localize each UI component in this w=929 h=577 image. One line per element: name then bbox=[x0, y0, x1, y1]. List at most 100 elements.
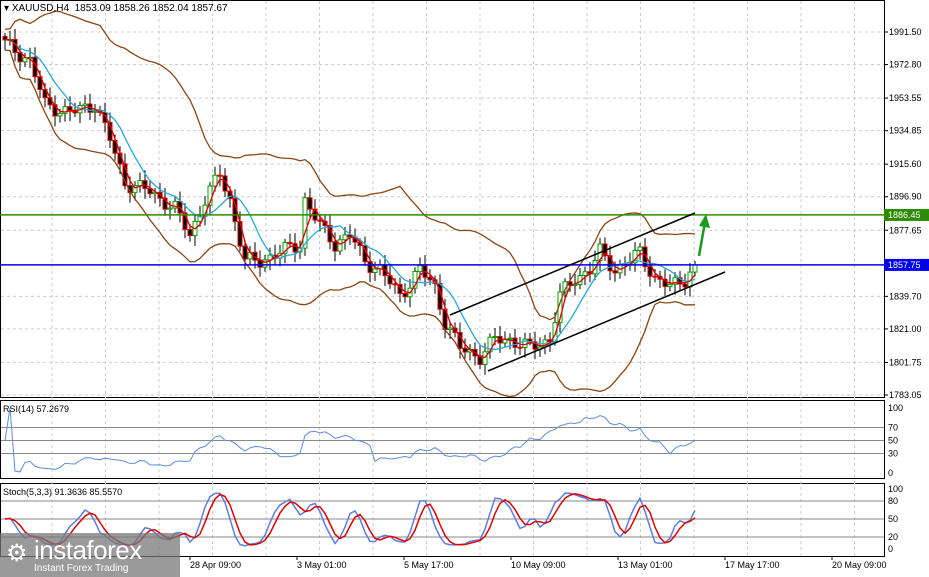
time-label: 5 May 17:00 bbox=[404, 560, 454, 570]
stoch-axis-label: 80 bbox=[888, 496, 898, 506]
channel-lower-line bbox=[487, 271, 726, 372]
rsi-axis-label: 50 bbox=[888, 436, 898, 446]
candle bbox=[262, 254, 268, 272]
candle bbox=[692, 260, 698, 277]
candle bbox=[137, 172, 143, 193]
candle bbox=[657, 270, 663, 288]
candle-body bbox=[332, 241, 338, 252]
candle-body bbox=[682, 283, 688, 288]
candle-body bbox=[317, 219, 323, 222]
candle-body bbox=[287, 241, 293, 245]
candle-body bbox=[582, 271, 588, 276]
price-label: 1934.85 bbox=[889, 126, 922, 136]
price-label: 1953.55 bbox=[889, 93, 922, 103]
candle-body bbox=[212, 174, 218, 187]
candle-body bbox=[637, 246, 643, 251]
candle-body bbox=[292, 243, 298, 253]
candle-body bbox=[427, 276, 433, 281]
candle-body bbox=[187, 228, 193, 237]
price-label: 1783.05 bbox=[889, 390, 922, 400]
candle bbox=[487, 333, 493, 359]
candle-body bbox=[492, 335, 498, 338]
candle bbox=[272, 244, 278, 265]
candle-body bbox=[392, 283, 398, 286]
price-label: 1915.60 bbox=[889, 159, 922, 169]
chart-window[interactable]: 1991.50 1972.80 1953.55 1934.85 1915.60 1896.… bbox=[0, 0, 929, 577]
rsi-line bbox=[4, 407, 696, 473]
candle bbox=[257, 250, 263, 277]
candle bbox=[77, 101, 83, 124]
price-label: 1896.90 bbox=[889, 192, 922, 202]
chart-header: ▾ XAUUSD,H4 1853.09 1858.26 1852.04 1857… bbox=[4, 3, 228, 14]
candle bbox=[2, 32, 8, 51]
chart-canvas[interactable]: 1991.50 1972.80 1953.55 1934.85 1915.60 1896.… bbox=[0, 0, 929, 577]
candle-body bbox=[517, 346, 523, 349]
candle bbox=[7, 30, 13, 46]
up-arrow-head-icon bbox=[699, 214, 710, 228]
rsi-axis-label: 100 bbox=[888, 403, 903, 413]
stoch-axis-label: 0 bbox=[888, 544, 893, 554]
candle-body bbox=[217, 174, 223, 177]
candle-body bbox=[402, 293, 408, 298]
level-price-label: 1886.45 bbox=[888, 210, 921, 220]
stoch-axis-label: 100 bbox=[888, 484, 903, 494]
moving-average-fast bbox=[4, 38, 696, 359]
logo-gear-icon: ⚙ bbox=[6, 540, 28, 567]
candle-body bbox=[307, 197, 313, 210]
candle-body bbox=[342, 234, 348, 241]
candle bbox=[677, 270, 683, 291]
candle-body bbox=[417, 265, 423, 273]
candle-body bbox=[242, 245, 248, 260]
candle bbox=[662, 269, 668, 296]
candle-body bbox=[137, 180, 143, 187]
rsi-axis-label: 0 bbox=[888, 468, 893, 478]
time-label: 17 May 17:00 bbox=[725, 560, 780, 570]
candle bbox=[377, 259, 383, 276]
candle bbox=[597, 237, 603, 271]
candle bbox=[287, 233, 293, 248]
price-label: 1972.80 bbox=[889, 60, 922, 70]
time-label: 13 May 01:00 bbox=[618, 560, 673, 570]
stoch-axis-label: 50 bbox=[888, 514, 898, 524]
candle bbox=[467, 344, 473, 361]
stoch-title: Stoch(5,3,3) 91.3636 85.5570 bbox=[3, 487, 122, 497]
logo-name: instaforex bbox=[34, 535, 142, 565]
time-label: 3 May 01:00 bbox=[297, 560, 347, 570]
bollinger-lower bbox=[4, 49, 696, 398]
candle-body bbox=[507, 337, 513, 340]
candle-body bbox=[92, 110, 98, 113]
candle bbox=[412, 267, 418, 294]
rsi-axis-label: 30 bbox=[888, 449, 898, 459]
price-label: 1801.75 bbox=[889, 357, 922, 367]
candle bbox=[577, 268, 583, 289]
candle-body bbox=[462, 347, 468, 353]
price-label: 1991.50 bbox=[889, 27, 922, 37]
candle-body bbox=[692, 264, 698, 273]
candle bbox=[92, 103, 98, 123]
candle bbox=[292, 233, 298, 263]
candle-body bbox=[302, 197, 308, 249]
candle-body bbox=[447, 327, 453, 331]
up-arrow-icon bbox=[697, 221, 707, 257]
time-label: 10 May 09:00 bbox=[511, 560, 566, 570]
candle-body bbox=[82, 103, 88, 107]
candle bbox=[402, 283, 408, 303]
candle-body bbox=[367, 261, 373, 273]
price-label: 1877.65 bbox=[889, 225, 922, 235]
candle-body bbox=[652, 275, 658, 278]
time-label: 20 May 09:00 bbox=[832, 560, 887, 570]
candle bbox=[192, 214, 198, 247]
candle bbox=[607, 245, 613, 281]
candle bbox=[537, 337, 543, 357]
candle-body bbox=[167, 207, 173, 210]
rsi-pane bbox=[0, 400, 885, 479]
candle bbox=[507, 333, 513, 350]
price-label: 1821.00 bbox=[889, 324, 922, 334]
candle-body bbox=[372, 268, 378, 273]
symbol-label: XAUUSD,H4 bbox=[11, 3, 70, 14]
main-pane bbox=[0, 0, 885, 398]
candle bbox=[397, 277, 403, 303]
candle-body bbox=[482, 351, 488, 365]
candle bbox=[337, 235, 343, 255]
price-label: 1839.70 bbox=[889, 291, 922, 301]
